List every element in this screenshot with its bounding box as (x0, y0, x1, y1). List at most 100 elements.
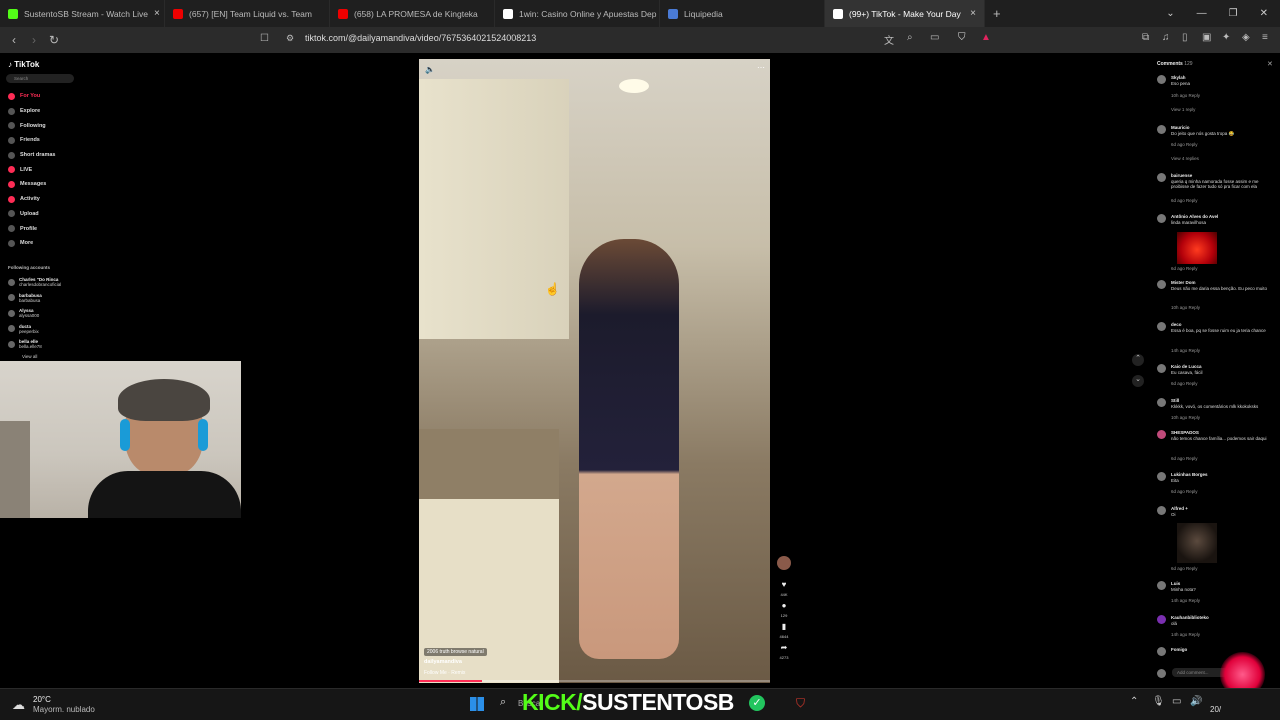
comment-user[interactable]: Antônio Alves do Avel (1171, 214, 1218, 219)
nav-for-you[interactable]: For You (0, 89, 80, 104)
site-info-icon[interactable]: ⚙ (286, 33, 294, 44)
comment-meta[interactable]: 6d ago Reply (1171, 489, 1198, 494)
nav-messages[interactable]: Messages (0, 177, 80, 192)
minimize-icon[interactable]: — (1197, 8, 1207, 19)
account-item[interactable]: ducta peeperbix (0, 321, 80, 337)
tab-liquipedia[interactable]: Liquipedia (660, 0, 825, 27)
comment-meta[interactable]: 10h ago Reply (1171, 93, 1200, 98)
video-author[interactable]: dailyamandiva (424, 659, 462, 665)
comment-meta[interactable]: 10h ago Reply (1171, 415, 1200, 420)
comment-user[interactable]: Lukinhas Borges (1171, 472, 1208, 477)
weather-temp[interactable]: 20°C (33, 695, 51, 704)
next-video-icon[interactable]: ⌄ (1132, 375, 1144, 387)
reload-icon[interactable]: ↻ (44, 33, 64, 47)
more-options-icon[interactable]: ⋯ (757, 63, 765, 72)
mute-icon[interactable]: 🔈 (425, 65, 435, 74)
account-item[interactable]: Charles "Do Rinca charlesdobrancoficial (0, 275, 80, 291)
nav-explore[interactable]: Explore (0, 104, 80, 119)
brave-shield-icon[interactable]: ⛉ (958, 32, 966, 43)
tab-1win[interactable]: 1win: Casino Online y Apuestas Dep (495, 0, 660, 27)
nav-activity[interactable]: Activity (0, 192, 80, 207)
extensions-icon[interactable]: ⧉ (1142, 32, 1149, 43)
comment-meta[interactable]: 6d ago Reply (1171, 566, 1198, 571)
comment-meta[interactable]: 14h ago Reply (1171, 348, 1200, 353)
comment-meta[interactable]: 6d ago Reply (1171, 381, 1198, 386)
video-music[interactable]: Follow Me · Remix (424, 670, 465, 676)
share-icon[interactable]: ➦ (777, 643, 791, 653)
tab-tiktok[interactable]: (99+) TikTok - Make Your Day × (825, 0, 985, 27)
video-chip[interactable]: 2006 truth browse natural (424, 648, 487, 656)
view-all-link[interactable]: View all (0, 352, 80, 361)
nav-profile[interactable]: Profile (0, 221, 80, 236)
comment-user[interactable]: Still (1171, 398, 1179, 403)
comment-user[interactable]: Skylah (1171, 75, 1186, 80)
video-progress-bar[interactable] (419, 680, 770, 682)
heart-icon[interactable]: ♥ (777, 580, 791, 590)
chevron-down-icon[interactable]: ⌄ (1166, 8, 1174, 19)
comment-meta[interactable]: 10h ago Reply (1171, 305, 1200, 310)
comment-icon[interactable]: ● (777, 601, 791, 611)
view-replies[interactable]: View 1 reply (1171, 107, 1195, 112)
nav-short-dramas[interactable]: Short dramas (0, 148, 80, 163)
weather-desc[interactable]: Mayorm. nublado (33, 705, 95, 714)
translate-icon[interactable]: 文 (884, 32, 894, 47)
restore-icon[interactable]: ❐ (1229, 8, 1238, 19)
nav-friends[interactable]: Friends (0, 133, 80, 148)
back-icon[interactable]: ‹ (4, 33, 24, 47)
comment-meta[interactable]: 6d ago Reply (1171, 142, 1198, 147)
tab-youtube-1[interactable]: (657) [EN] Team Liquid vs. Team (165, 0, 330, 27)
zoom-icon[interactable]: ⌕ (907, 32, 913, 43)
account-item[interactable]: barbabusa barbabusa (0, 290, 80, 306)
brave-taskbar-icon[interactable]: ⛉ (796, 696, 805, 711)
network-icon[interactable]: ▭ (1172, 696, 1181, 707)
tab-kick[interactable]: SustentoSB Stream - Watch Live × (0, 0, 165, 27)
forward-icon[interactable]: › (24, 33, 44, 47)
comment-user[interactable]: Luis (1171, 581, 1180, 586)
comment-meta[interactable]: 6d ago Reply (1171, 266, 1198, 271)
account-item[interactable]: Alyssa alyssa000 (0, 306, 80, 322)
comment-user[interactable]: Alfred + (1171, 506, 1188, 511)
comment-user[interactable]: deco (1171, 322, 1182, 327)
menu-icon[interactable]: ≡ (1262, 32, 1268, 43)
wallet-icon[interactable]: ▣ (1202, 32, 1211, 43)
close-icon[interactable]: × (154, 8, 160, 19)
clock-date[interactable]: 20/ (1210, 705, 1221, 714)
microphone-icon[interactable]: 🎙 (1152, 696, 1165, 707)
vpn-icon[interactable]: ◈ (1242, 32, 1250, 43)
comment-user[interactable]: Fomigo (1171, 647, 1187, 652)
comment-user[interactable]: SHESPADOS (1171, 430, 1199, 435)
tiktok-logo[interactable]: ♪ TikTok (0, 55, 80, 72)
sidebar-icon[interactable]: ▯ (1182, 32, 1188, 43)
comment-user[interactable]: bairuense (1171, 173, 1192, 178)
nav-following[interactable]: Following (0, 118, 80, 133)
nav-upload[interactable]: Upload (0, 207, 80, 222)
comment-user[interactable]: Mister Dom (1171, 280, 1196, 285)
volume-icon[interactable]: 🔊 (1190, 696, 1202, 707)
comment-meta[interactable]: 14h ago Reply (1171, 598, 1200, 603)
view-replies[interactable]: View 4 replies (1171, 156, 1199, 161)
comment-meta[interactable]: 14h ago Reply (1171, 632, 1200, 637)
comment-meta[interactable]: 6d ago Reply (1171, 456, 1198, 461)
cast-icon[interactable]: ▭ (930, 32, 939, 43)
close-comments-icon[interactable]: ✕ (1267, 60, 1273, 68)
tab-youtube-2[interactable]: (658) LA PROMESA de Kingteka (330, 0, 495, 27)
account-item[interactable]: bella elle bella.elle78 (0, 337, 80, 353)
brave-rewards-icon[interactable]: ▲ (981, 32, 991, 43)
new-tab-button[interactable]: + (985, 6, 1009, 21)
previous-video-icon[interactable]: ⌃ (1132, 354, 1144, 366)
comment-meta[interactable]: 6d ago Reply (1171, 198, 1198, 203)
tiktok-video-player[interactable]: 🔈 ⋯ 2006 truth browse natural dailyamand… (419, 59, 770, 683)
leo-icon[interactable]: ✦ (1222, 32, 1230, 43)
nav-live[interactable]: LIVE (0, 162, 80, 177)
creator-avatar[interactable] (777, 556, 791, 570)
music-icon[interactable]: ♫ (1162, 32, 1170, 43)
comment-user[interactable]: Kaio de Lucca (1171, 364, 1202, 369)
close-window-icon[interactable]: ✕ (1260, 8, 1268, 19)
url-field[interactable]: tiktok.com/@dailyamandiva/video/76753640… (305, 33, 536, 43)
tray-chevron-icon[interactable]: ⌃ (1130, 696, 1138, 707)
bookmark-page-icon[interactable]: ☐ (260, 33, 269, 44)
comment-user[interactable]: Mauricio (1171, 125, 1190, 130)
comment-user[interactable]: Kauhanbiblioteko (1171, 615, 1209, 620)
nav-more[interactable]: More (0, 236, 80, 251)
taskbar-search-icon[interactable]: ⌕ (500, 696, 506, 709)
